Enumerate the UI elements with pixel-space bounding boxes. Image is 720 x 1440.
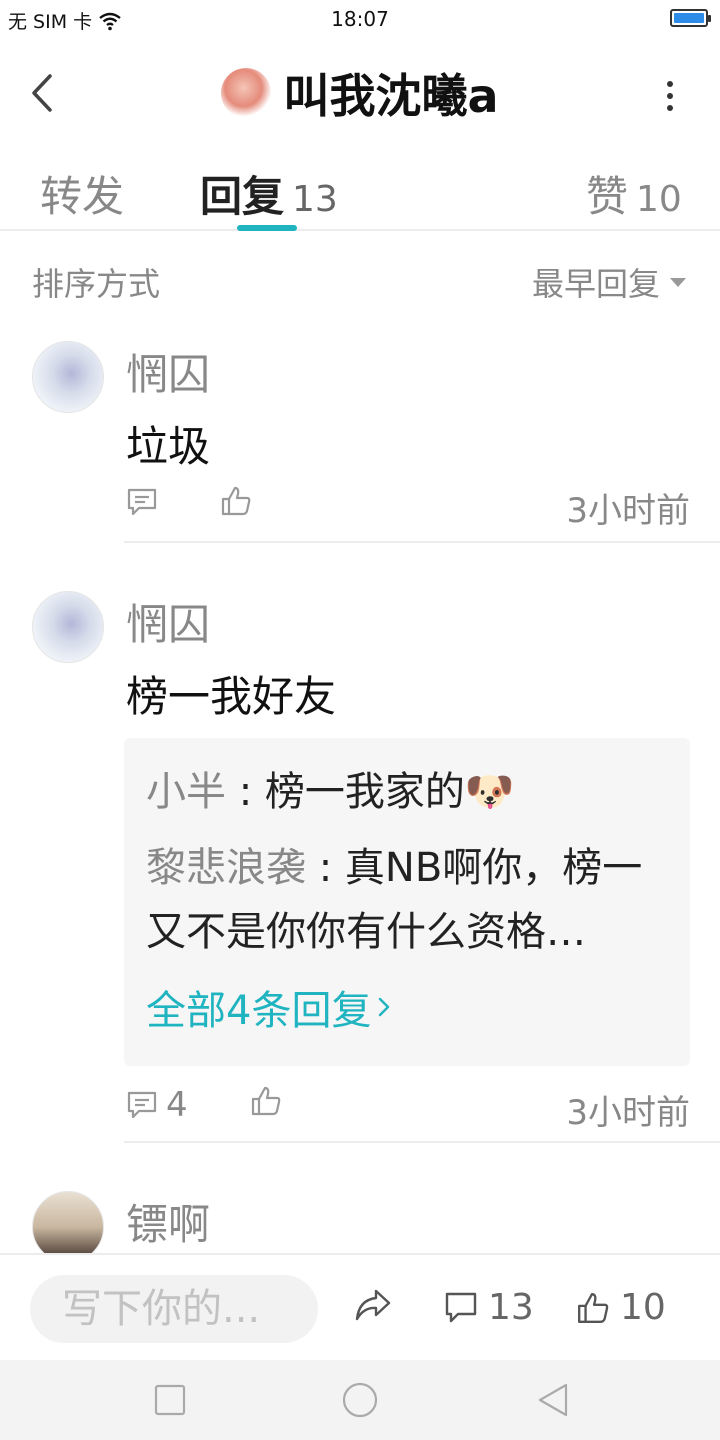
sort-value: 最早回复 [531, 265, 660, 303]
tab-count: 13 [292, 179, 338, 220]
sort-dropdown[interactable]: 最早回复 [532, 259, 686, 305]
sort-label: 排序方式 [32, 265, 161, 303]
more-options-icon[interactable] [660, 76, 680, 116]
like-button[interactable] [250, 1085, 282, 1117]
reply-input[interactable]: 写下你的... [30, 1275, 318, 1343]
tab-replies[interactable]: 回复 13 [200, 163, 338, 224]
comments-button[interactable]: 13 [444, 1287, 534, 1328]
comment-item: 镖啊 [0, 1163, 720, 1253]
comment-author[interactable]: 惘囚 [126, 591, 210, 652]
comment-item: 惘囚 垃圾 3小时前 [0, 313, 720, 545]
tab-bar: 转发 回复 13 赞 10 [0, 145, 720, 231]
status-bar: 无 SIM 卡 18:07 [0, 0, 720, 40]
comment-icon [127, 488, 157, 516]
comment-time: 3小时前 [566, 1093, 690, 1133]
thumbs-up-icon [221, 486, 251, 516]
divider [124, 1141, 720, 1143]
tab-indicator [237, 225, 297, 231]
reply-button[interactable] [126, 487, 158, 517]
tab-reposts[interactable]: 转发 [40, 163, 124, 224]
chevron-right-icon [379, 997, 390, 1017]
avatar[interactable] [32, 591, 104, 663]
like-button[interactable] [220, 485, 252, 517]
thumbs-up-icon [251, 1086, 281, 1116]
like-button[interactable]: 10 [576, 1287, 666, 1328]
reply-count: 4 [166, 1085, 188, 1125]
system-nav-bar [0, 1360, 720, 1440]
reply-button[interactable]: 4 [126, 1085, 188, 1125]
view-all-label: 全部4条回复 [146, 988, 372, 1034]
home-icon[interactable] [340, 1380, 380, 1420]
reply-separator: : [226, 769, 265, 815]
comment-time: 3小时前 [566, 491, 690, 531]
back-icon[interactable] [534, 1380, 574, 1420]
avatar[interactable] [32, 341, 104, 413]
battery-icon [670, 9, 711, 27]
comment-icon [127, 1091, 157, 1119]
like-count: 10 [620, 1287, 666, 1328]
tab-label: 回复 [200, 172, 285, 221]
tab-likes[interactable]: 赞 10 [586, 163, 682, 224]
tab-label: 赞 [586, 172, 629, 221]
reply-text: 榜一我家的🐶 [264, 769, 515, 815]
reply-preview-box[interactable]: 小半 : 榜一我家的🐶 黎悲浪袭 : 真NB啊你，榜一又不是你你有什么资格… 全… [124, 738, 690, 1066]
reply-preview: 黎悲浪袭 : 真NB啊你，榜一又不是你你有什么资格… [146, 836, 668, 964]
comment-item: 惘囚 榜一我好友 小半 : 榜一我家的🐶 黎悲浪袭 : 真NB啊你，榜一又不是你… [0, 563, 720, 1145]
view-all-replies-link[interactable]: 全部4条回复 [146, 978, 668, 1036]
comment-text: 垃圾 [126, 422, 211, 471]
tab-count: 10 [636, 179, 682, 220]
comment-actions: 4 3小时前 [126, 1085, 690, 1133]
avatar[interactable] [32, 1191, 104, 1253]
share-icon [355, 1289, 391, 1321]
share-button[interactable] [354, 1287, 392, 1323]
caret-down-icon [670, 277, 686, 287]
comment-author[interactable]: 镖啊 [126, 1191, 210, 1252]
thumbs-up-icon [578, 1292, 609, 1323]
recent-apps-icon[interactable] [150, 1380, 190, 1420]
sort-bar: 排序方式 最早回复 [0, 233, 720, 313]
tab-label: 转发 [40, 172, 125, 221]
reply-author[interactable]: 小半 [146, 769, 226, 815]
comment-author[interactable]: 惘囚 [126, 341, 210, 402]
reply-author[interactable]: 黎悲浪袭 [146, 845, 306, 891]
title-wrap: 叫我沈曦a [0, 60, 720, 126]
page-title: 叫我沈曦a [283, 69, 499, 123]
comment-icon [445, 1292, 477, 1322]
reply-preview: 小半 : 榜一我家的🐶 [146, 760, 668, 824]
title-avatar[interactable] [221, 68, 272, 118]
status-time: 18:07 [331, 7, 389, 31]
bottom-action-bar: 写下你的... 13 10 [0, 1253, 720, 1360]
comment-count: 13 [488, 1287, 534, 1328]
comment-text: 榜一我好友 [126, 672, 337, 721]
header: 叫我沈曦a [0, 40, 720, 145]
comment-actions: 3小时前 [126, 483, 690, 531]
divider [124, 541, 720, 543]
reply-separator: : [306, 845, 345, 891]
